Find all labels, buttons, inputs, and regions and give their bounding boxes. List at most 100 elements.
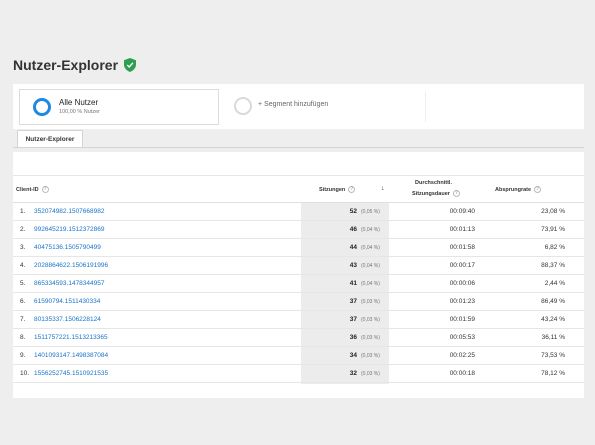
row-number: 4. (20, 262, 26, 269)
segment-name: Alle Nutzer (59, 98, 99, 107)
segment-ring-icon (33, 98, 51, 116)
segment-bar: Alle Nutzer 100,00 % Nutzer + Segment hi… (13, 84, 584, 129)
bounce-rate-value: 88,37 % (541, 262, 565, 269)
help-icon[interactable]: ? (534, 186, 542, 193)
client-id-link[interactable]: 80135337.1506228124 (34, 316, 101, 323)
tab-underline (13, 147, 584, 148)
report-table: Client-ID? Sitzungen? ↓ Durchschnittl. S… (13, 152, 584, 398)
bounce-rate-value: 86,49 % (541, 298, 565, 305)
client-id-link[interactable]: 40475136.1505790499 (34, 244, 101, 251)
avg-duration-value: 00:00:18 (449, 370, 475, 377)
bounce-rate-value: 78,12 % (541, 370, 565, 377)
segment-card-all-users[interactable]: Alle Nutzer 100,00 % Nutzer (19, 89, 219, 125)
sessions-percentage: (0,03 %) (361, 334, 380, 341)
header-sessions[interactable]: Sitzungen? (319, 186, 356, 193)
empty-segment-ring-icon (234, 97, 252, 115)
help-icon[interactable]: ? (348, 186, 356, 193)
bounce-rate-value: 2,44 % (544, 280, 565, 287)
header-duration-line1: Durchschnittl. (415, 180, 452, 186)
table-row: 3. 40475136.1505790499 44 (0,04 %) 00:01:58 6… (13, 239, 584, 257)
header-avg-duration[interactable]: Durchschnittl. Sitzungsdauer? (412, 180, 460, 197)
avg-duration-value: 00:01:23 (449, 298, 475, 305)
row-number: 10. (20, 370, 30, 377)
header-bounce-label: Absprungrate (495, 186, 532, 193)
sessions-percentage: (0,04 %) (361, 262, 380, 269)
client-id-link[interactable]: 61590794.1511430334 (34, 298, 100, 305)
client-id-link[interactable]: 2028864622.1506191996 (34, 262, 108, 269)
sessions-percentage: (0,03 %) (361, 316, 380, 323)
client-id-link[interactable]: 1556252745.1510921535 (34, 370, 108, 377)
table-row: 1. 352074982.1507668982 52 (0,05 %) 00:09:40… (13, 203, 584, 221)
row-number: 8. (20, 334, 26, 341)
sessions-value: 41 (349, 280, 357, 287)
table-row: 7. 80135337.1506228124 37 (0,03 %) 00:01:59 4… (13, 311, 584, 329)
row-number: 2. (20, 226, 26, 233)
sessions-value: 44 (349, 244, 357, 251)
client-id-link[interactable]: 1401093147.1498387084 (34, 352, 108, 359)
avg-duration-value: 00:02:25 (449, 352, 475, 359)
row-number: 1. (20, 208, 26, 215)
row-number: 3. (20, 244, 26, 251)
sessions-value: 46 (349, 226, 357, 233)
table-row: 8. 1511757221.1513213365 36 (0,03 %) 00:05:5… (13, 329, 584, 347)
sessions-value: 37 (349, 298, 357, 305)
divider (425, 92, 426, 122)
bounce-rate-value: 43,24 % (541, 316, 565, 323)
client-id-link[interactable]: 1511757221.1513213365 (34, 334, 108, 341)
sessions-percentage: (0,04 %) (361, 280, 380, 287)
table-row: 5. 865334593.1478344957 41 (0,04 %) 00:00:06… (13, 275, 584, 293)
table-row: 4. 2028864622.1506191996 43 (0,04 %) 00:00:1… (13, 257, 584, 275)
avg-duration-value: 00:00:06 (449, 280, 475, 287)
table-row: 9. 1401093147.1498387084 34 (0,03 %) 00:02:2… (13, 347, 584, 365)
sessions-percentage: (0,04 %) (361, 226, 380, 233)
table-row: 6. 61590794.1511430334 37 (0,03 %) 00:01:23 8… (13, 293, 584, 311)
sessions-value: 34 (349, 352, 357, 359)
tab-nutzer-explorer[interactable]: Nutzer-Explorer (17, 130, 83, 147)
client-id-link[interactable]: 992645219.1512372869 (34, 226, 105, 233)
row-number: 7. (20, 316, 26, 323)
sessions-value: 36 (349, 334, 357, 341)
sessions-percentage: (0,05 %) (361, 208, 380, 215)
sessions-value: 43 (349, 262, 357, 269)
row-divider (13, 382, 584, 383)
bounce-rate-value: 6,82 % (544, 244, 565, 251)
help-icon[interactable]: ? (452, 190, 460, 197)
bounce-rate-value: 23,08 % (541, 208, 565, 215)
table-row: 10. 1556252745.1510921535 32 (0,03 %) 00:00:… (13, 365, 584, 383)
avg-duration-value: 00:05:53 (449, 334, 475, 341)
bounce-rate-value: 73,53 % (541, 352, 565, 359)
header-client-id-label: Client-ID (16, 186, 39, 193)
header-sessions-label: Sitzungen (319, 186, 346, 193)
sessions-value: 32 (349, 370, 357, 377)
client-id-link[interactable]: 352074982.1507668982 (34, 208, 105, 215)
header-duration-line2: Sitzungsdauer (412, 190, 450, 197)
avg-duration-value: 00:01:58 (449, 244, 475, 251)
avg-duration-value: 00:00:17 (449, 262, 475, 269)
sessions-percentage: (0,04 %) (361, 244, 380, 251)
bounce-rate-value: 73,91 % (541, 226, 565, 233)
bounce-rate-value: 36,11 % (541, 334, 565, 341)
header-bounce-rate[interactable]: Absprungrate? (495, 186, 542, 193)
page-title-bar: Nutzer-Explorer (13, 57, 137, 73)
client-id-link[interactable]: 865334593.1478344957 (34, 280, 105, 287)
divider (13, 175, 584, 176)
header-client-id[interactable]: Client-ID? (16, 186, 49, 193)
avg-duration-value: 00:01:59 (449, 316, 475, 323)
avg-duration-value: 00:09:40 (449, 208, 475, 215)
row-number: 5. (20, 280, 26, 287)
page-title: Nutzer-Explorer (13, 57, 119, 73)
row-number: 6. (20, 298, 26, 305)
row-number: 9. (20, 352, 26, 359)
help-icon[interactable]: ? (41, 186, 49, 193)
avg-duration-value: 00:01:13 (449, 226, 475, 233)
sessions-percentage: (0,03 %) (361, 352, 380, 359)
segment-percentage: 100,00 % Nutzer (59, 109, 100, 115)
add-segment-button[interactable]: + Segment hinzufügen (258, 101, 328, 108)
sort-arrow-down-icon[interactable]: ↓ (381, 185, 385, 192)
sessions-value: 37 (349, 316, 357, 323)
table-row: 2. 992645219.1512372869 46 (0,04 %) 00:01:13… (13, 221, 584, 239)
shield-check-icon (124, 58, 137, 72)
sessions-value: 52 (349, 208, 357, 215)
sessions-percentage: (0,03 %) (361, 370, 380, 377)
sessions-percentage: (0,03 %) (361, 298, 380, 305)
